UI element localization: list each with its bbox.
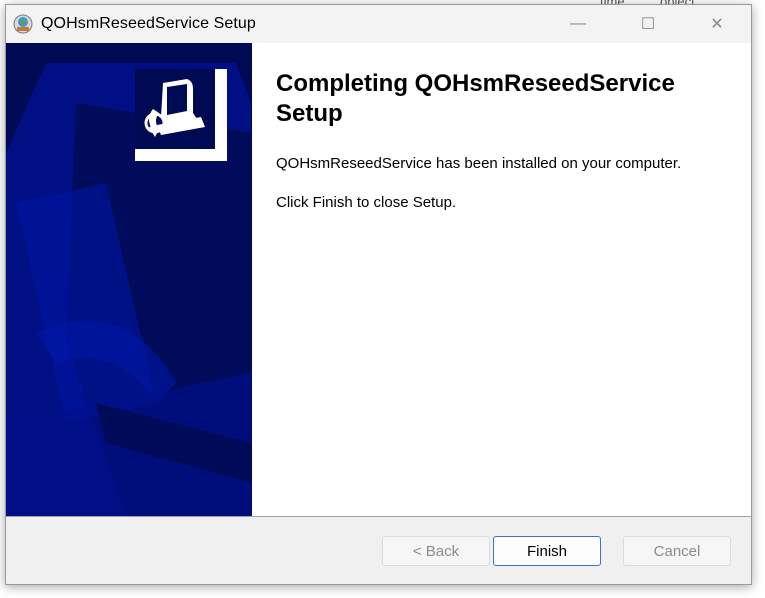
- installed-message: QOHsmReseedService has been installed on…: [276, 155, 682, 172]
- back-button[interactable]: < Back: [382, 536, 490, 566]
- setup-window: QOHsmReseedService Setup — ☐ ✕ Completin…: [5, 4, 752, 585]
- wizard-content: Completing QOHsmReseedService Setup QOHs…: [6, 43, 751, 516]
- maximize-button[interactable]: ☐: [613, 5, 683, 43]
- computer-install-icon: [135, 69, 227, 161]
- button-bar: < Back Finish Cancel: [6, 517, 751, 584]
- finish-button[interactable]: Finish: [493, 536, 601, 566]
- window-title: QOHsmReseedService Setup: [41, 15, 256, 32]
- heading-line: Completing QOHsmReseedService: [276, 70, 675, 97]
- close-button[interactable]: ✕: [682, 5, 752, 43]
- wizard-banner: [6, 43, 252, 516]
- title-bar[interactable]: QOHsmReseedService Setup — ☐ ✕: [6, 5, 751, 43]
- cancel-button[interactable]: Cancel: [623, 536, 731, 566]
- heading-line: Setup: [276, 100, 343, 127]
- installer-globe-icon: [13, 14, 33, 34]
- wizard-heading: Completing QOHsmReseedService Setup: [276, 69, 736, 129]
- finish-instruction: Click Finish to close Setup.: [276, 194, 457, 211]
- minimize-button[interactable]: —: [543, 5, 613, 43]
